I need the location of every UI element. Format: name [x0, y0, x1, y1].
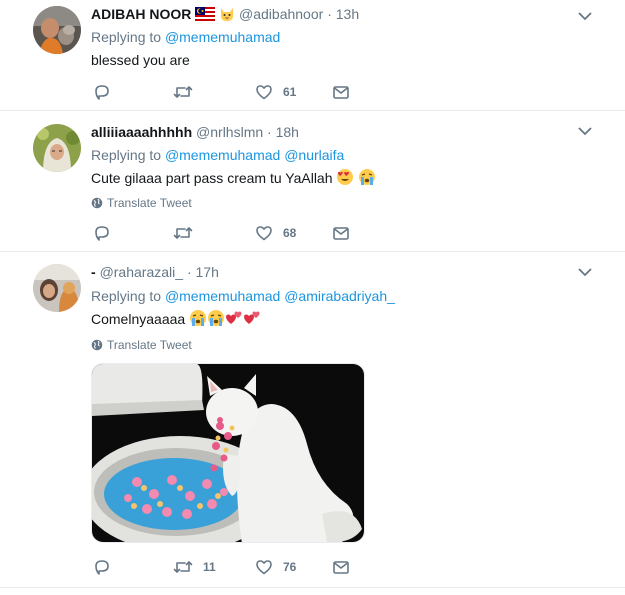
- tweet-text-content: Comelnyaaaaa: [91, 311, 186, 327]
- reply-button[interactable]: [93, 223, 111, 243]
- user-handle[interactable]: @adibahnoor: [239, 6, 323, 22]
- tweet-3[interactable]: - @raharazali_ · 17h Replying to @mememu…: [0, 252, 625, 588]
- translate-label[interactable]: Translate Tweet: [107, 338, 192, 352]
- tweet-actions: 61: [91, 82, 361, 102]
- tweet-2[interactable]: alliiiaaaahhhhh @nrlhslmn · 18h Replying…: [0, 111, 625, 252]
- separator-dot: ·: [186, 264, 192, 280]
- tweet-actions: 68: [91, 223, 361, 243]
- cat-emoji-icon: [221, 8, 234, 21]
- separator-dot: ·: [327, 6, 332, 22]
- translate-tweet-link[interactable]: Translate Tweet: [91, 196, 192, 210]
- reply-button[interactable]: [93, 82, 111, 102]
- cat-on-toilet-image: [92, 364, 364, 542]
- timestamp[interactable]: 17h: [196, 264, 219, 280]
- two-hearts-emoji-icon: [226, 311, 242, 324]
- translate-label[interactable]: Translate Tweet: [107, 196, 192, 210]
- tweet-actions: 11 76: [91, 557, 361, 577]
- mention-link[interactable]: @amirabadriyah_: [284, 288, 395, 304]
- mention-link[interactable]: @mememuhamad: [165, 288, 280, 304]
- malaysia-flag-icon: [195, 7, 216, 21]
- heart-icon: [256, 226, 272, 241]
- tweet-image[interactable]: [91, 363, 365, 543]
- timestamp[interactable]: 18h: [276, 124, 299, 140]
- reply-button[interactable]: [93, 557, 111, 577]
- mention-link[interactable]: @mememuhamad: [165, 29, 280, 45]
- translate-tweet-link[interactable]: Translate Tweet: [91, 338, 192, 352]
- tweet-text: blessed you are: [91, 52, 190, 68]
- direct-message-button[interactable]: [332, 223, 350, 243]
- avatar[interactable]: [33, 6, 81, 54]
- tweet-text: Comelnyaaaaa: [91, 309, 261, 329]
- retweet-button[interactable]: [173, 82, 193, 102]
- heart-eyes-emoji-icon: [337, 169, 354, 185]
- globe-icon: [91, 339, 103, 351]
- heart-icon: [256, 85, 272, 100]
- reply-icon: [95, 226, 109, 241]
- replying-to-label: Replying to: [91, 288, 162, 304]
- tweet-header: - @raharazali_ · 17h: [91, 263, 219, 281]
- tweet-header: alliiiaaaahhhhh @nrlhslmn · 18h: [91, 123, 299, 141]
- display-name[interactable]: ADIBAH NOOR: [91, 6, 191, 22]
- reply-icon: [95, 560, 109, 575]
- mention-link[interactable]: @nurlaifa: [284, 147, 344, 163]
- retweet-icon: [173, 227, 193, 239]
- mention-link[interactable]: @mememuhamad: [165, 147, 280, 163]
- tweet-1[interactable]: ADIBAH NOOR @adibahnoor · 13h Replying t…: [0, 0, 625, 111]
- envelope-icon: [333, 561, 349, 574]
- timestamp[interactable]: 13h: [336, 6, 359, 22]
- replying-to: Replying to @mememuhamad: [91, 28, 280, 46]
- user-handle[interactable]: @raharazali_: [100, 264, 183, 280]
- replying-to-label: Replying to: [91, 29, 162, 45]
- like-button[interactable]: 68: [255, 223, 296, 243]
- reply-icon: [95, 85, 109, 100]
- crying-emoji-icon: [359, 169, 376, 185]
- retweet-icon: [173, 86, 193, 98]
- like-button[interactable]: 76: [255, 557, 296, 577]
- replying-to: Replying to @mememuhamad @nurlaifa: [91, 146, 344, 164]
- tweet-header: ADIBAH NOOR @adibahnoor · 13h: [91, 5, 359, 23]
- replying-to: Replying to @mememuhamad @amirabadriyah_: [91, 287, 395, 305]
- avatar[interactable]: [33, 124, 81, 172]
- like-count: 76: [283, 560, 297, 574]
- retweet-count: 11: [203, 560, 216, 574]
- chevron-down-icon[interactable]: [577, 10, 593, 22]
- display-name[interactable]: alliiiaaaahhhhh: [91, 124, 192, 140]
- like-button[interactable]: 61: [255, 82, 296, 102]
- retweet-button[interactable]: 11: [173, 557, 216, 577]
- tweet-text: Cute gilaaa part pass cream tu YaAllah: [91, 168, 376, 188]
- avatar[interactable]: [33, 264, 81, 312]
- direct-message-button[interactable]: [332, 557, 350, 577]
- globe-icon: [91, 197, 103, 209]
- envelope-icon: [333, 86, 349, 99]
- chevron-down-icon[interactable]: [577, 125, 593, 137]
- crying-emoji-icon: [190, 310, 207, 326]
- like-count: 68: [283, 226, 297, 240]
- heart-icon: [256, 560, 272, 575]
- direct-message-button[interactable]: [332, 82, 350, 102]
- envelope-icon: [333, 227, 349, 240]
- retweet-icon: [173, 561, 193, 573]
- retweet-button[interactable]: [173, 223, 193, 243]
- crying-emoji-icon: [208, 310, 225, 326]
- user-handle[interactable]: @nrlhslmn: [196, 124, 263, 140]
- two-hearts-emoji-icon: [244, 311, 260, 324]
- replying-to-label: Replying to: [91, 147, 162, 163]
- separator-dot: ·: [267, 124, 272, 140]
- display-name[interactable]: -: [91, 264, 96, 280]
- like-count: 61: [283, 85, 297, 99]
- chevron-down-icon[interactable]: [577, 266, 593, 278]
- tweet-text-content: Cute gilaaa part pass cream tu YaAllah: [91, 170, 333, 186]
